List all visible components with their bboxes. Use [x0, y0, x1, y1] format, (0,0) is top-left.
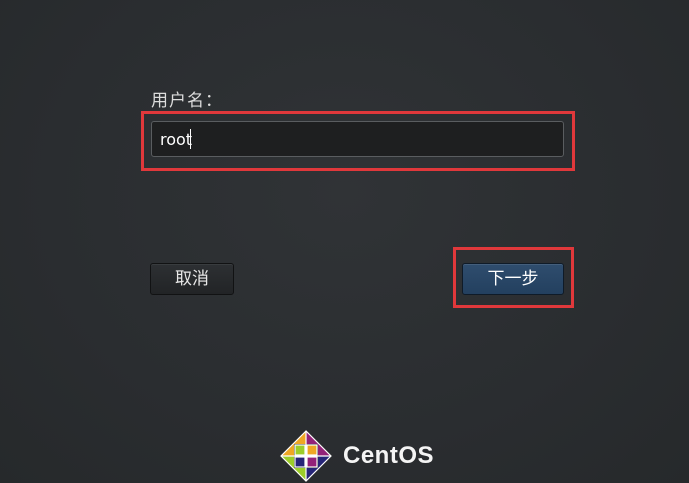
- username-label: 用户名：: [151, 91, 223, 111]
- text-caret: [190, 129, 191, 149]
- cancel-button[interactable]: 取消: [150, 263, 234, 295]
- centos-logo-icon: [280, 430, 332, 482]
- login-screen: 用户名： 取消 下一步 CentOS: [0, 0, 689, 483]
- centos-brand: CentOS: [280, 430, 434, 482]
- next-button[interactable]: 下一步: [462, 263, 564, 295]
- username-input[interactable]: [151, 121, 564, 157]
- brand-name: CentOS: [343, 442, 435, 469]
